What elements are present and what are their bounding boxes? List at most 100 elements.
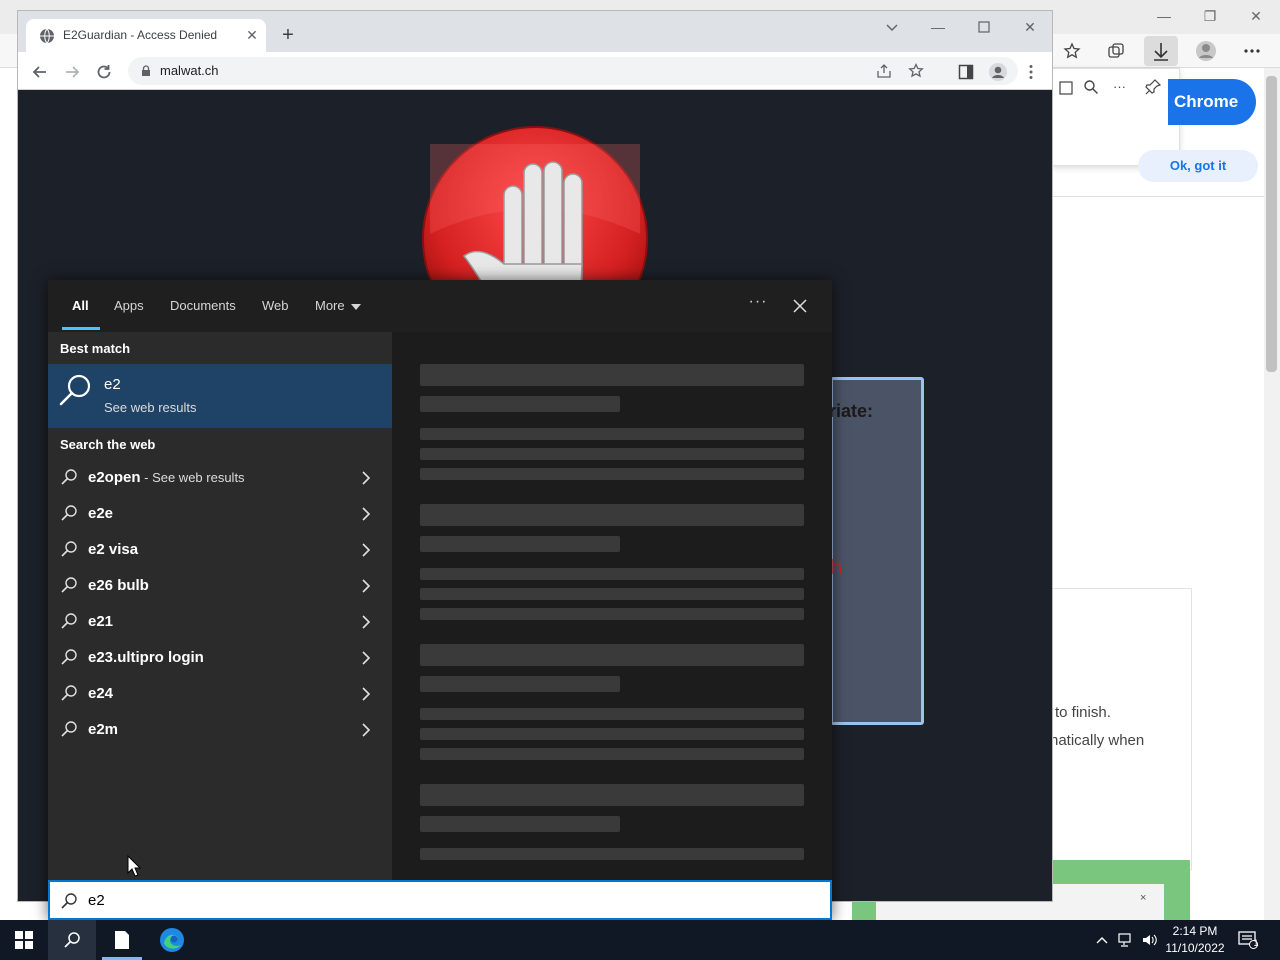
tab-all[interactable]: All [72, 298, 89, 313]
edge-banner-close-button[interactable]: × [1140, 892, 1146, 904]
skeleton-subtitle [420, 396, 620, 412]
chevron-right-icon[interactable] [358, 542, 374, 558]
tab-web[interactable]: Web [262, 298, 289, 313]
favorites-star-icon[interactable] [1060, 40, 1084, 62]
blocked-red-text: h [831, 557, 843, 579]
address-bar[interactable]: malwat.ch [128, 57, 1018, 85]
web-suggestion[interactable]: e2e [48, 496, 392, 532]
suggestion-text: e21 [88, 613, 114, 630]
chevron-right-icon[interactable] [358, 506, 374, 522]
edge-menu-icon[interactable] [1240, 40, 1264, 62]
tab-all-label: All [72, 298, 89, 313]
globe-icon [39, 28, 55, 44]
side-panel-icon[interactable] [955, 61, 977, 83]
chevron-right-icon[interactable] [358, 578, 374, 594]
ok-got-it-button[interactable]: Ok, got it [1138, 150, 1258, 182]
zoom-search-icon[interactable] [1083, 79, 1099, 95]
start-button[interactable] [0, 920, 48, 960]
options-ellipsis-button[interactable]: ··· [746, 292, 770, 316]
close-icon[interactable] [788, 294, 812, 318]
web-suggestion[interactable]: e21 [48, 604, 392, 640]
pin-icon[interactable] [1145, 79, 1161, 95]
best-match-result[interactable]: e2 See web results [48, 364, 392, 428]
caret-down-icon [350, 303, 361, 310]
suggestion-text: e2e [88, 505, 114, 522]
suggestion-text: e2 visa [88, 541, 139, 558]
edge-divider [1052, 196, 1264, 197]
chevron-up-icon[interactable] [1092, 930, 1112, 950]
popup-more-icon[interactable]: ··· [1113, 79, 1126, 94]
skeleton-line [420, 608, 804, 620]
tab-close-icon[interactable]: ✕ [244, 26, 260, 44]
browser-tab[interactable]: E2Guardian - Access Denied ✕ [26, 19, 266, 52]
chevron-right-icon[interactable] [358, 614, 374, 630]
web-suggestion[interactable]: e2m [48, 712, 392, 748]
best-match-subtitle: See web results [104, 400, 197, 415]
downloads-button[interactable] [1144, 36, 1178, 66]
url-text[interactable]: malwat.ch [160, 63, 219, 78]
search-icon [60, 892, 78, 910]
edge-restore-button[interactable]: ❐ [1198, 6, 1222, 26]
taskbar-file-app[interactable] [98, 920, 146, 960]
chrome-maximize-button[interactable] [972, 17, 996, 37]
results-list: Best match e2 See web results Search the… [48, 332, 392, 880]
reload-icon[interactable] [93, 61, 115, 83]
search-query-text[interactable]: e2 [88, 892, 105, 909]
chrome-profile-icon[interactable] [987, 61, 1009, 83]
tab-documents[interactable]: Documents [170, 298, 236, 313]
chevron-right-icon[interactable] [358, 470, 374, 486]
chrome-minimize-button[interactable]: — [926, 17, 950, 37]
web-suggestion[interactable]: e23.ultipro login [48, 640, 392, 676]
taskbar-edge-app[interactable] [148, 920, 196, 960]
skeleton-subtitle [420, 816, 620, 832]
tab-apps[interactable]: Apps [114, 298, 144, 313]
sidebar-square-icon[interactable] [1059, 81, 1073, 95]
tab-more[interactable]: More [315, 298, 361, 313]
share-icon[interactable] [874, 61, 894, 81]
web-suggestion[interactable]: e2 visa [48, 532, 392, 568]
volume-icon[interactable] [1140, 930, 1160, 950]
taskbar: 2:14 PM 11/10/2022 1 [0, 920, 1280, 960]
skeleton-line [420, 848, 804, 860]
web-suggestion[interactable]: e2open - See web results [48, 460, 392, 496]
edge-minimize-button[interactable]: — [1152, 6, 1176, 26]
search-icon [60, 648, 78, 666]
chevron-right-icon[interactable] [358, 686, 374, 702]
edge-scrollbar-thumb[interactable] [1266, 76, 1277, 372]
skeleton-title [420, 784, 804, 806]
back-arrow-icon[interactable] [29, 61, 51, 83]
chevron-right-icon[interactable] [358, 722, 374, 738]
forward-arrow-icon[interactable] [61, 61, 83, 83]
search-web-header: Search the web [60, 437, 156, 452]
suggestion-text: e2m [88, 721, 119, 738]
clock-time[interactable]: 2:14 PM [1166, 924, 1224, 938]
document-icon [115, 931, 129, 949]
edge-close-button[interactable]: ✕ [1244, 6, 1268, 26]
network-icon[interactable] [1116, 930, 1136, 950]
tab-search-chevron-icon[interactable] [880, 17, 904, 37]
edge-logo-icon [160, 928, 184, 952]
get-chrome-button[interactable]: Chrome [1168, 79, 1256, 125]
skeleton-line [420, 588, 804, 600]
suggestion-text: e23.ultipro login [88, 649, 204, 666]
web-suggestion[interactable]: e26 bulb [48, 568, 392, 604]
skeleton-line [420, 748, 804, 760]
lock-icon[interactable] [140, 65, 152, 77]
new-tab-button[interactable]: + [278, 25, 298, 45]
taskbar-search-button[interactable] [48, 920, 96, 960]
web-suggestion[interactable]: e24 [48, 676, 392, 712]
chevron-right-icon[interactable] [358, 650, 374, 666]
profile-avatar-icon[interactable] [1194, 40, 1218, 62]
tab-more-label: More [315, 298, 345, 313]
skeleton-line [420, 468, 804, 480]
chrome-close-button[interactable]: ✕ [1018, 17, 1042, 37]
bookmark-star-icon[interactable] [906, 61, 926, 81]
clock-date[interactable]: 11/10/2022 [1160, 941, 1230, 955]
search-input[interactable]: e2 [48, 880, 832, 920]
search-icon [60, 684, 78, 702]
skeleton-title [420, 504, 804, 526]
chrome-menu-icon[interactable] [1020, 61, 1042, 83]
collections-icon[interactable] [1104, 40, 1128, 62]
chrome-tabstrip: E2Guardian - Access Denied ✕ + — ✕ [18, 11, 1052, 52]
edge-auto-text: natically when [1050, 732, 1145, 749]
